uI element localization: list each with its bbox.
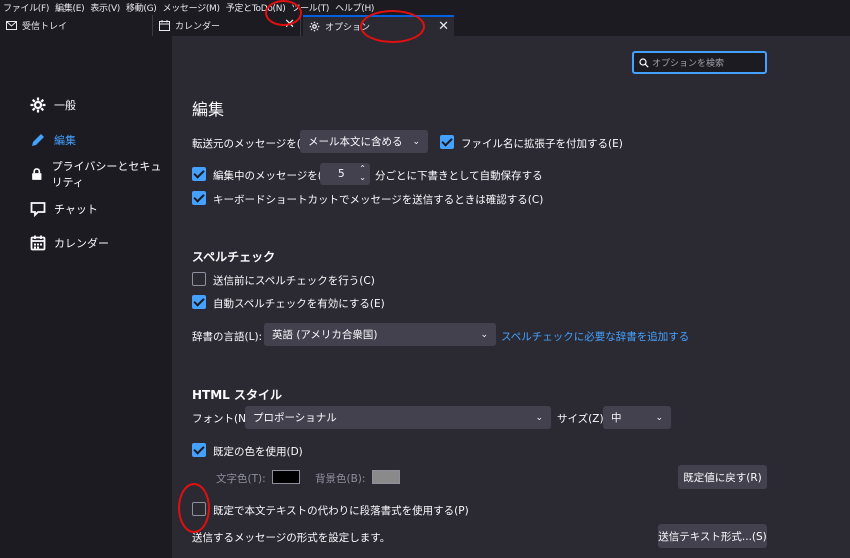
add-dictionary-link[interactable]: スペルチェックに必要な辞書を追加する <box>501 329 689 344</box>
chevron-down-icon: ⌄ <box>535 412 543 423</box>
chat-icon <box>30 202 46 217</box>
forward-select-value: メール本文に含める <box>308 136 403 148</box>
use-default-colors-checkbox[interactable] <box>192 443 206 457</box>
bg-color-label: 背景色(B): <box>315 473 366 485</box>
restore-defaults-button[interactable]: 既定値に戻す(R) <box>678 465 767 489</box>
calendar-icon <box>158 20 170 32</box>
dictionary-select-value: 英語 (アメリカ合衆国) <box>272 329 378 341</box>
spell-auto-checkbox[interactable] <box>192 295 206 309</box>
autosave-label: 編集中のメッセージを(A) <box>213 170 334 182</box>
text-color-label: 文字色(T): <box>216 473 266 485</box>
spell-before-send-label: 送信前にスペルチェックを行う(C) <box>213 275 375 287</box>
font-select[interactable]: プロポーショナル ⌄ <box>245 406 551 429</box>
size-label: サイズ(Z): <box>557 413 608 425</box>
spell-auto-label: 自動スペルチェックを有効にする(E) <box>213 298 385 310</box>
gear-icon <box>308 21 320 33</box>
close-icon[interactable]: ✕ <box>438 20 449 34</box>
calendar-icon <box>30 235 46 251</box>
bg-color-swatch[interactable] <box>372 470 400 484</box>
search-input[interactable]: オプションを検索 <box>632 51 767 74</box>
sidebar-item-label: カレンダー <box>54 237 109 250</box>
search-placeholder: オプションを検索 <box>652 59 725 69</box>
stepper-arrows-icon[interactable]: ⌃ ⌄ <box>359 164 366 182</box>
sidebar-item-label: プライバシーとセキュリティ <box>51 160 162 189</box>
menu-events-tasks[interactable]: 予定とToDo(N) <box>226 1 286 14</box>
menu-help[interactable]: ヘルプ(H) <box>335 1 374 14</box>
menu-bar: ファイル(F) 編集(E) 表示(V) 移動(G) メッセージ(M) 予定とTo… <box>0 0 850 15</box>
menu-edit[interactable]: 編集(E) <box>55 1 85 14</box>
sidebar: 一般 編集 プライバシーとセキュリティ チャット カレンダー <box>0 36 172 558</box>
menu-view[interactable]: 表示(V) <box>90 1 120 14</box>
chevron-down-icon: ⌄ <box>655 412 663 423</box>
sidebar-item-chat[interactable]: チャット <box>30 199 98 219</box>
menu-go[interactable]: 移動(G) <box>126 1 157 14</box>
tab-options-label: オプション <box>325 23 371 33</box>
sidebar-item-label: チャット <box>54 203 98 216</box>
menu-tools[interactable]: ツール(T) <box>291 1 329 14</box>
main-pane: オプションを検索 編集 転送元のメッセージを(F): メール本文に含める ⌄ フ… <box>172 36 850 558</box>
size-select-value: 中 <box>611 412 622 424</box>
page-title: 編集 <box>192 100 225 119</box>
spellcheck-heading: スペルチェック <box>192 250 276 264</box>
dictionary-select[interactable]: 英語 (アメリカ合衆国) ⌄ <box>264 323 496 346</box>
search-icon <box>639 57 649 68</box>
tab-inbox[interactable]: 受信トレイ <box>0 15 153 36</box>
sidebar-item-label: 一般 <box>54 99 76 112</box>
confirm-shortcut-label: キーボードショートカットでメッセージを送信するときは確認する(C) <box>213 194 544 206</box>
tab-bar: 受信トレイ カレンダー ✕ オプション ✕ <box>0 15 850 36</box>
autosave-suffix: 分ごとに下書きとして自動保存する <box>375 170 543 182</box>
sidebar-item-calendar[interactable]: カレンダー <box>30 233 109 253</box>
tab-calendar[interactable]: カレンダー ✕ <box>153 15 301 36</box>
autosave-minutes-stepper[interactable]: 5 ⌃ ⌄ <box>320 163 370 185</box>
tab-options[interactable]: オプション ✕ <box>303 15 454 36</box>
menu-file[interactable]: ファイル(F) <box>3 1 49 14</box>
paragraph-format-label: 既定で本文テキストの代わりに段落書式を使用する(P) <box>213 505 469 517</box>
sidebar-item-label: 編集 <box>54 134 76 147</box>
sidebar-item-compose[interactable]: 編集 <box>30 130 76 150</box>
autosave-minutes-value: 5 <box>338 168 345 180</box>
dictionary-label: 辞書の言語(L): <box>192 331 263 343</box>
chevron-down-icon: ⌄ <box>480 329 488 340</box>
send-format-description: 送信するメッセージの形式を設定します。 <box>192 532 391 544</box>
add-extension-checkbox[interactable] <box>440 135 454 149</box>
pencil-icon <box>32 134 44 146</box>
menu-message[interactable]: メッセージ(M) <box>163 1 221 14</box>
use-default-colors-label: 既定の色を使用(D) <box>213 446 303 458</box>
font-select-value: プロポーショナル <box>253 412 337 424</box>
gear-icon <box>30 97 46 113</box>
spell-before-send-checkbox[interactable] <box>192 272 206 286</box>
forward-label: 転送元のメッセージを(F): <box>192 138 315 150</box>
chevron-down-icon: ⌄ <box>412 136 420 147</box>
tab-inbox-label: 受信トレイ <box>22 22 68 32</box>
sidebar-item-privacy[interactable]: プライバシーとセキュリティ <box>30 160 172 189</box>
sidebar-item-general[interactable]: 一般 <box>30 95 76 115</box>
close-icon[interactable]: ✕ <box>284 18 295 32</box>
lock-icon <box>32 168 42 180</box>
size-select[interactable]: 中 ⌄ <box>603 406 671 429</box>
add-extension-label: ファイル名に拡張子を付加する(E) <box>461 138 623 150</box>
paragraph-format-checkbox[interactable] <box>192 502 206 516</box>
mail-icon <box>5 20 17 32</box>
send-format-button[interactable]: 送信テキスト形式...(S) <box>658 524 767 548</box>
confirm-shortcut-checkbox[interactable] <box>192 191 206 205</box>
text-color-swatch[interactable] <box>272 470 300 484</box>
tab-calendar-label: カレンダー <box>175 22 221 32</box>
forward-select[interactable]: メール本文に含める ⌄ <box>300 130 428 153</box>
autosave-checkbox[interactable] <box>192 167 206 181</box>
html-style-heading: HTML スタイル <box>192 388 282 402</box>
